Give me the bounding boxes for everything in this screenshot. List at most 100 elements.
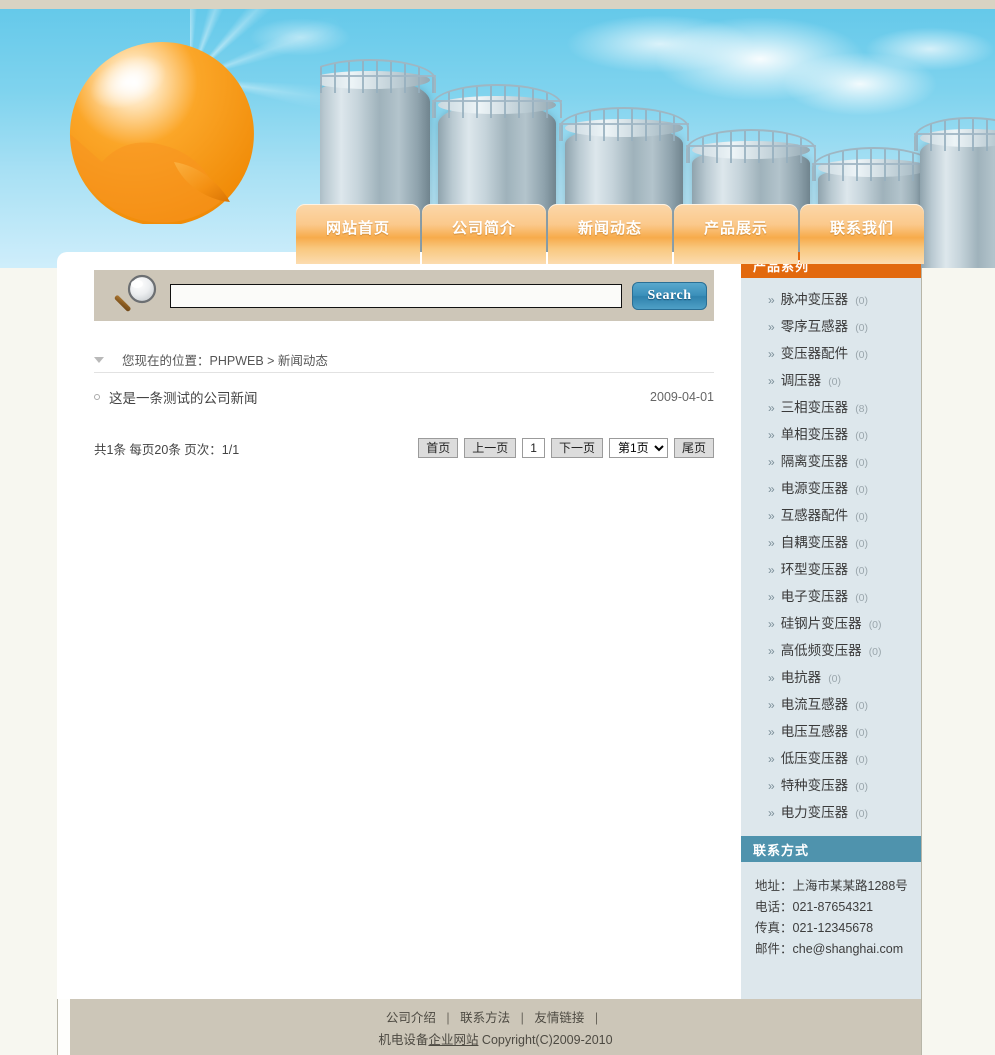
sidebar-item-category[interactable]: » 变压器配件 (0)	[741, 342, 921, 369]
chevron-right-double-icon: »	[768, 320, 775, 334]
nav-item-about[interactable]: 公司简介	[422, 204, 546, 264]
nav-item-products[interactable]: 产品展示	[674, 204, 798, 264]
category-count: (0)	[868, 646, 882, 658]
chevron-right-double-icon: »	[768, 374, 775, 388]
chevron-right-double-icon: »	[768, 536, 775, 550]
contact-panel-title: 联系方式	[753, 842, 810, 858]
sidebar-item-category[interactable]: » 电抗器 (0)	[741, 666, 921, 693]
category-count: (0)	[828, 376, 842, 388]
chevron-right-double-icon: »	[768, 347, 775, 361]
category-label: 高低频变压器	[780, 643, 862, 658]
footer-link-friendlinks[interactable]: 友情链接	[534, 1011, 584, 1025]
right-sidebar: 产品系列 » 脉冲变压器 (0) » 零序互感器 (0) » 变压器配件 (0)	[741, 252, 921, 999]
sidebar-item-category[interactable]: » 互感器配件 (0)	[741, 504, 921, 531]
pagination-prev-button[interactable]: 上一页	[464, 438, 517, 458]
chevron-right-double-icon: »	[768, 563, 775, 577]
footer-copyright: 机电设备企业网站 Copyright(C)2009-2010	[378, 1029, 612, 1048]
pagination-page-select[interactable]: 第1页	[608, 438, 668, 458]
list-item[interactable]: 这是一条测试的公司新闻 2009-04-01	[94, 384, 714, 410]
sidebar-item-category[interactable]: » 低压变压器 (0)	[741, 747, 921, 774]
contact-phone: 电话：021-87654321	[755, 900, 874, 914]
sidebar-item-category[interactable]: » 电源变压器 (0)	[741, 477, 921, 504]
category-label: 调压器	[780, 373, 822, 388]
category-count: (0)	[855, 754, 869, 766]
sidebar-item-category[interactable]: » 单相变压器 (0)	[741, 423, 921, 450]
main-navigation[interactable]: 网站首页 公司简介 新闻动态 产品展示 联系我们	[296, 204, 924, 264]
sidebar-item-category[interactable]: » 零序互感器 (0)	[741, 315, 921, 342]
category-count: (0)	[855, 565, 869, 577]
footer-separator: |	[446, 1010, 450, 1025]
chevron-right-double-icon: »	[768, 779, 775, 793]
category-label: 三相变压器	[780, 400, 849, 415]
sidebar-item-category[interactable]: » 电压互感器 (0)	[741, 720, 921, 747]
page-footer: 公司介绍 | 联系方法 | 友情链接 | 机电设备企业网站 Copyright(…	[70, 999, 921, 1055]
category-count: (0)	[855, 430, 869, 442]
category-label: 电力变压器	[780, 805, 849, 820]
category-count: (0)	[855, 457, 869, 469]
pagination-controls[interactable]: 首页 上一页 1 下一页 第1页 尾页	[418, 438, 714, 458]
triangle-down-icon[interactable]	[94, 356, 104, 363]
sidebar-item-category[interactable]: » 脉冲变压器 (0)	[741, 288, 921, 315]
search-button[interactable]: Search	[632, 281, 707, 310]
footer-copyright-sitelink[interactable]: 企业网站	[428, 1033, 478, 1047]
footer-separator: |	[594, 1010, 599, 1025]
chevron-right-double-icon: »	[768, 455, 775, 469]
category-count: (0)	[855, 322, 869, 334]
footer-links: 公司介绍 | 联系方法 | 友情链接 |	[386, 1007, 605, 1026]
footer-copyright-prefix: 机电设备	[378, 1032, 429, 1047]
category-count: (0)	[855, 727, 869, 739]
product-category-list: » 脉冲变压器 (0) » 零序互感器 (0) » 变压器配件 (0) » 调压…	[741, 278, 921, 836]
footer-link-about[interactable]: 公司介绍	[386, 1011, 436, 1025]
left-page-margin	[0, 268, 58, 1055]
magnifier-icon	[108, 273, 164, 319]
chevron-right-double-icon: »	[768, 725, 775, 739]
pagination-current-page: 1	[522, 438, 545, 458]
chevron-right-double-icon: »	[768, 671, 775, 685]
category-label: 电子变压器	[780, 589, 849, 604]
nav-label-home: 网站首页	[325, 219, 390, 237]
contact-panel-header: 联系方式	[741, 836, 921, 862]
chevron-right-double-icon: »	[768, 482, 775, 496]
nav-label-news: 新闻动态	[577, 219, 642, 237]
sidebar-item-category[interactable]: » 隔离变压器 (0)	[741, 450, 921, 477]
category-count: (0)	[828, 673, 842, 685]
sidebar-item-category[interactable]: » 调压器 (0)	[741, 369, 921, 396]
chevron-right-double-icon: »	[768, 428, 775, 442]
chevron-right-double-icon: »	[768, 617, 775, 631]
category-count: (0)	[855, 295, 869, 307]
pagination-last-button[interactable]: 尾页	[673, 438, 714, 458]
chevron-right-double-icon: »	[768, 401, 775, 415]
sidebar-item-category[interactable]: » 特种变压器 (0)	[741, 774, 921, 801]
bullet-icon	[94, 394, 100, 400]
pagination-first-button[interactable]: 首页	[418, 438, 459, 458]
sidebar-item-category[interactable]: » 环型变压器 (0)	[741, 558, 921, 585]
category-label: 特种变压器	[780, 778, 849, 793]
sidebar-item-category[interactable]: » 电力变压器 (0)	[741, 801, 921, 828]
news-item-title[interactable]: 这是一条测试的公司新闻	[109, 387, 258, 407]
category-count: (0)	[855, 700, 869, 712]
sidebar-item-category[interactable]: » 硅钢片变压器 (0)	[741, 612, 921, 639]
footer-link-contact[interactable]: 联系方法	[460, 1011, 510, 1025]
sidebar-item-category[interactable]: » 自耦变压器 (0)	[741, 531, 921, 558]
site-search-bar: Search	[94, 270, 714, 321]
sidebar-item-category[interactable]: » 电子变压器 (0)	[741, 585, 921, 612]
category-label: 硅钢片变压器	[780, 616, 862, 631]
breadcrumb: 您现在的位置：PHPWEB > 新闻动态	[94, 347, 714, 373]
header-banner: 网站首页 公司简介 新闻动态 产品展示 联系我们	[0, 9, 995, 268]
category-label: 零序互感器	[780, 319, 849, 334]
nav-item-contact[interactable]: 联系我们	[800, 204, 924, 264]
category-label: 脉冲变压器	[780, 292, 849, 307]
category-label: 自耦变压器	[780, 535, 849, 550]
pagination-summary: 共1条 每页20条 页次：1/1	[94, 442, 240, 457]
sidebar-item-category[interactable]: » 电流互感器 (0)	[741, 693, 921, 720]
chevron-right-double-icon: »	[768, 590, 775, 604]
nav-item-news[interactable]: 新闻动态	[548, 204, 672, 264]
nav-item-home[interactable]: 网站首页	[296, 204, 420, 264]
contact-address: 地址：上海市某某路1288号	[755, 879, 908, 893]
sidebar-item-category[interactable]: » 高低频变压器 (0)	[741, 639, 921, 666]
search-input[interactable]	[170, 283, 622, 308]
sidebar-item-category[interactable]: » 三相变压器 (8)	[741, 396, 921, 423]
chevron-right-double-icon: »	[768, 644, 775, 658]
category-count: (0)	[855, 484, 869, 496]
pagination-next-button[interactable]: 下一页	[550, 438, 603, 458]
